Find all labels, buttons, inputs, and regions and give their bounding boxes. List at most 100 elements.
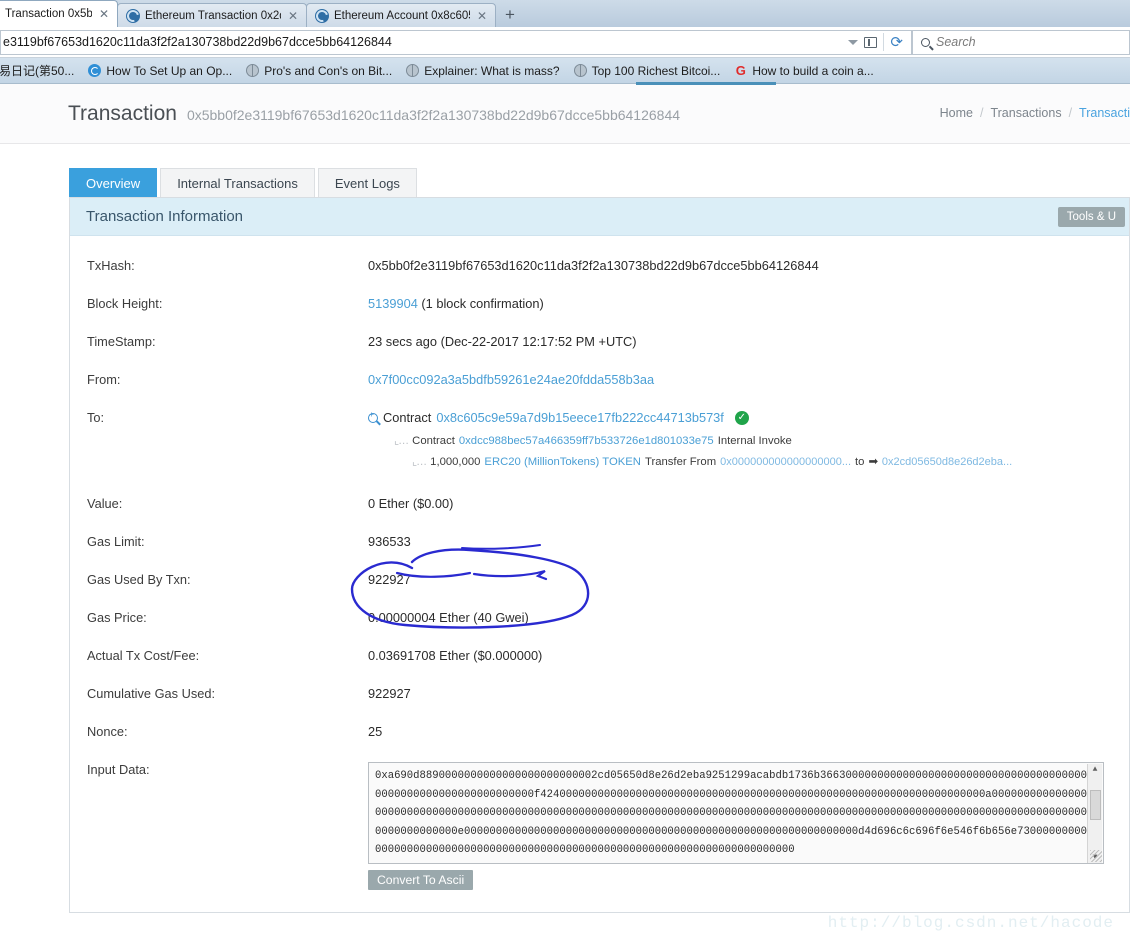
bookmark-label: 易日记(第50... [0,64,75,78]
chevron-down-icon[interactable] [848,39,859,45]
internal-contract-address-link[interactable]: 0xdcc988bec57a466359ff7b533726e1d801033e… [459,433,714,449]
browser-tab-3-label: Ethereum Account 0x8c605c9 [334,9,470,22]
row-label: TimeStamp: [87,334,156,349]
row-label: Value: [87,496,123,511]
scroll-up-icon[interactable]: ▲ [1093,764,1098,776]
tab-event-logs[interactable]: Event Logs [317,168,417,197]
token-transfer-line: ⌞… 1,000,000 ERC20 (MillionTokens) TOKEN… [412,454,1129,470]
page-title: Transaction 0x5bb0f2e3119bf67653d1620c11… [68,102,680,126]
row-input-data: Input Data: 0xa690d889000000000000000000… [70,762,1129,890]
globe-icon [246,64,260,77]
page-title-text: Transaction [68,101,177,125]
row-label: Input Data: [87,762,150,777]
browser-tab-1[interactable]: Transaction 0x5bb0 ✕ [0,0,118,27]
bookmark-item[interactable]: How To Set Up an Op... [81,64,239,78]
red-g-icon: G [735,63,746,78]
timestamp-value: 23 secs ago (Dec-22-2017 12:17:52 PM +UT… [368,334,637,349]
browser-tab-1-label: Transaction 0x5bb0 [5,8,92,20]
bookmark-label: Explainer: What is mass? [424,63,560,78]
row-gas-used: Gas Used By Txn: 922927 [70,572,1129,588]
row-gas-limit: Gas Limit: 936533 [70,534,1129,550]
panel-title: Transaction Information [86,208,244,225]
row-label: TxHash: [87,258,135,273]
reader-view-icon[interactable] [864,36,878,48]
globe-icon [573,64,587,77]
tab-overview[interactable]: Overview [69,168,158,197]
value-amount: 0 Ether ($0.00) [368,496,454,511]
breadcrumb: Home / Transactions / Transacti [940,106,1130,120]
contract-word: Contract [383,410,432,425]
row-timestamp: TimeStamp: 23 secs ago (Dec-22-2017 12:1… [70,334,1129,350]
site-favicon-icon [315,8,329,23]
input-data-text: 0xa690d8890000000000000000000000002cd056… [375,770,1094,856]
browser-tab-2[interactable]: Ethereum Transaction 0x2d50 ✕ [117,3,307,27]
close-icon[interactable]: ✕ [97,8,111,20]
globe-icon [406,64,420,77]
internal-invoke-text: Internal Invoke [717,435,792,447]
row-label: Gas Limit: [87,534,145,549]
transfer-from-address[interactable]: 0x000000000000000000... [720,454,851,470]
token-name-link[interactable]: ERC20 (MillionTokens) TOKEN [484,454,641,470]
magnifier-icon[interactable] [368,410,378,423]
block-height-link[interactable]: 5139904 [368,296,418,311]
bookmark-label: How to build a coin a... [752,63,874,78]
row-nonce: Nonce: 25 [70,724,1129,740]
input-data-textarea[interactable]: 0xa690d8890000000000000000000000002cd056… [368,762,1104,864]
address-bar-text: e3119bf67653d1620c11da3f2f2a130738bd22d9… [3,35,392,49]
blue-circle-icon [88,64,102,77]
bookmark-item[interactable]: Top 100 Richest Bitcoi... [567,64,728,78]
browser-chrome: Transaction 0x5bb0 ✕ Ethereum Transactio… [0,0,1130,84]
breadcrumb-separator: / [979,106,984,120]
row-from: From: 0x7f00cc092a3a5bdfb59261e24ae20fdd… [70,372,1129,388]
to-value: Contract 0x8c605c9e59a7d9b15eece17fb222c… [368,410,1129,470]
convert-to-ascii-button[interactable]: Convert To Ascii [368,870,474,890]
bookmark-item[interactable]: 易日记(第50... [0,62,81,79]
from-address-link[interactable]: 0x7f00cc092a3a5bdfb59261e24ae20fdda558b3… [368,372,654,387]
textarea-scrollbar[interactable]: ▲ ▼ [1087,764,1102,863]
breadcrumb-home[interactable]: Home [940,106,973,120]
nonce-value: 25 [368,724,383,739]
new-tab-button[interactable]: + [495,6,525,25]
close-icon[interactable]: ✕ [286,10,300,22]
row-label: Nonce: [87,724,128,739]
row-txhash: TxHash: 0x5bb0f2e3119bf67653d1620c11da3f… [70,258,1129,274]
browser-search-placeholder: Search [936,35,976,49]
breadcrumb-transactions[interactable]: Transactions [990,106,1061,120]
breadcrumb-separator: / [1068,106,1073,120]
row-gas-price: Gas Price: 0.00000004 Ether (40 Gwei) [70,610,1129,626]
row-tx-fee: Actual Tx Cost/Fee: 0.03691708 Ether ($0… [70,648,1129,664]
tree-branch-icon: ⌞… [394,435,409,447]
tools-and-utilities-button[interactable]: Tools & U [1057,206,1125,227]
block-height-value: 5139904 (1 block confirmation) [368,296,1129,312]
internal-invoke-line: ⌞… Contract 0xdcc988bec57a466359ff7b5337… [394,433,1129,449]
bookmarks-bar: 易日记(第50... How To Set Up an Op... Pro's … [0,58,1130,84]
browser-tab-3[interactable]: Ethereum Account 0x8c605c9 ✕ [306,3,496,27]
reload-icon[interactable]: ⟳ [890,35,903,50]
tree-branch-icon: ⌞… [412,456,427,468]
textarea-resize-handle[interactable] [1090,850,1102,862]
arrow-right-icon: ➡ [868,456,878,468]
tab-internal-transactions[interactable]: Internal Transactions [160,168,315,197]
page-title-hash: 0x5bb0f2e3119bf67653d1620c11da3f2f2a1307… [186,106,681,123]
transaction-information-panel: Transaction Information Tools & U TxHash… [69,197,1130,913]
divider [883,33,885,51]
transfer-to-address[interactable]: 0x2cd05650d8e26d2eba... [882,454,1012,470]
bookmark-item[interactable]: Explainer: What is mass? [399,64,566,78]
address-bar[interactable]: e3119bf67653d1620c11da3f2f2a130738bd22d9… [0,29,912,55]
page-content: Transaction 0x5bb0f2e3119bf67653d1620c11… [0,82,1130,938]
row-to: To: Contract 0x8c605c9e59a7d9b15eece17fb… [70,410,1129,470]
scrollbar-thumb[interactable] [1090,790,1101,820]
breadcrumb-current: Transacti [1079,106,1130,120]
close-icon[interactable]: ✕ [475,10,489,22]
bookmark-item[interactable]: Pro's and Con's on Bit... [239,64,399,78]
contract-address-link[interactable]: 0x8c605c9e59a7d9b15eece17fb222cc44713b57… [436,410,723,426]
transfer-action: Transfer From [644,456,717,468]
row-value: Value: 0 Ether ($0.00) [70,496,1129,512]
bookmark-item[interactable]: G How to build a coin a... [727,64,880,78]
transfer-amount: 1,000,000 [430,456,481,468]
browser-search-box[interactable]: Search [912,29,1130,55]
row-label: Actual Tx Cost/Fee: [87,648,200,663]
row-block-height: Block Height: 5139904 (1 block confirmat… [70,296,1129,312]
bookmark-label: Pro's and Con's on Bit... [264,63,393,78]
internal-contract-word: Contract [412,435,455,447]
